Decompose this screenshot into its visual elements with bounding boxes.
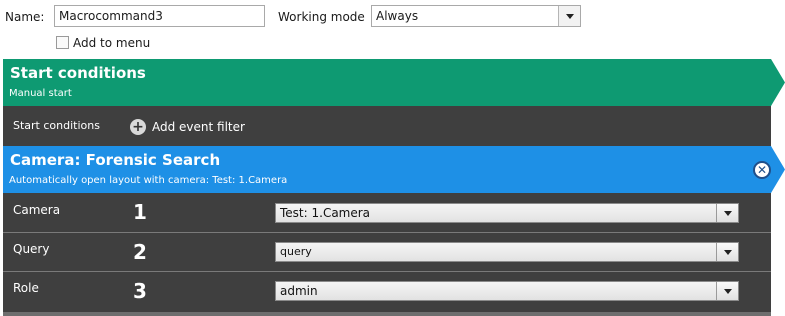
camera-label: Camera <box>13 203 61 217</box>
chevron-down-icon[interactable] <box>716 204 738 222</box>
row-divider <box>3 232 771 233</box>
query-label: Query <box>13 242 50 256</box>
start-conditions-subtitle: Manual start <box>9 88 72 99</box>
name-input[interactable]: Macrocommand3 <box>54 5 265 27</box>
working-mode-value: Always <box>376 9 419 23</box>
role-select-value: admin <box>280 284 318 298</box>
start-conditions-banner[interactable]: Start conditions Manual start <box>3 59 785 106</box>
working-mode-select[interactable]: Always <box>371 5 581 27</box>
camera-select[interactable]: Test: 1.Camera <box>275 203 739 223</box>
query-input-value: query <box>280 245 312 258</box>
start-conditions-row-label: Start conditions <box>13 119 100 132</box>
chevron-down-icon[interactable] <box>558 6 580 26</box>
forensic-search-banner[interactable]: Camera: Forensic Search Automatically op… <box>3 146 785 193</box>
camera-select-value: Test: 1.Camera <box>280 206 371 220</box>
role-label: Role <box>13 281 39 295</box>
role-select[interactable]: admin <box>275 281 739 301</box>
close-icon[interactable]: ✕ <box>753 161 771 179</box>
forensic-search-title: Camera: Forensic Search <box>10 151 221 169</box>
chevron-down-icon[interactable] <box>716 282 738 300</box>
start-conditions-title: Start conditions <box>10 64 146 82</box>
query-input[interactable]: query <box>275 242 739 262</box>
row-number-1: 1 <box>133 200 147 224</box>
add-to-menu-label: Add to menu <box>73 36 151 50</box>
name-label: Name: <box>5 10 45 24</box>
row-number-2: 2 <box>133 240 147 264</box>
chevron-down-icon[interactable] <box>716 243 738 261</box>
start-conditions-panel <box>3 106 771 146</box>
add-event-filter-link[interactable]: Add event filter <box>152 120 245 134</box>
working-mode-label: Working mode <box>278 10 365 24</box>
add-to-menu-checkbox[interactable] <box>56 36 69 49</box>
add-icon[interactable]: + <box>130 119 146 135</box>
forensic-search-subtitle: Automatically open layout with camera: T… <box>9 175 288 186</box>
row-divider <box>3 271 771 272</box>
row-number-3: 3 <box>133 279 147 303</box>
panel-bottom-edge <box>3 312 771 316</box>
